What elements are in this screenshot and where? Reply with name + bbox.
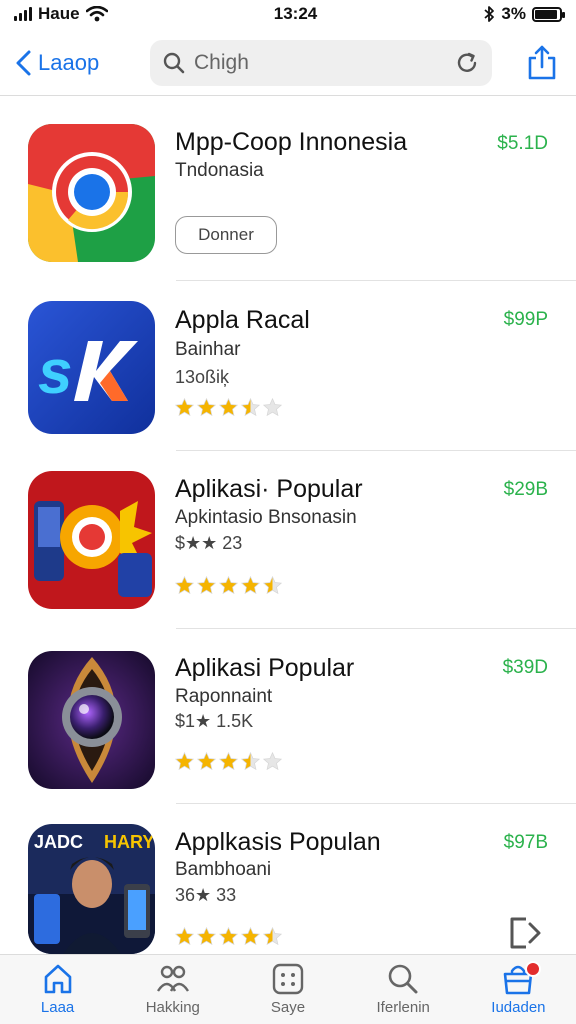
search-text: Chigh <box>194 50 249 74</box>
app-meta: 13oßiķ <box>175 367 230 387</box>
tab-label: Laaa <box>40 999 75 1016</box>
status-left: Haue <box>14 4 108 24</box>
sk-icon: s <box>28 301 155 434</box>
app-price: $29B <box>503 479 548 500</box>
share-icon <box>528 45 556 79</box>
star-icon <box>218 575 239 595</box>
star-icon <box>262 751 283 771</box>
share-button[interactable] <box>522 43 562 83</box>
open-arrow-icon[interactable] <box>506 915 550 951</box>
star-icon <box>218 751 239 771</box>
tab-label: Hakking <box>145 999 200 1016</box>
star-icon <box>240 926 261 946</box>
tab-label: Iudaden <box>491 999 546 1016</box>
get-button[interactable]: Donner <box>175 216 277 254</box>
search-icon <box>163 52 185 73</box>
star-icon <box>240 575 261 595</box>
star-rating <box>174 575 283 596</box>
tab-bag[interactable]: Iudaden <box>461 955 576 1024</box>
star-icon <box>218 397 239 417</box>
list-item[interactable]: JADC HARY Applkasis Populan Bambhoani 36… <box>0 804 576 954</box>
app-price: $97B <box>503 832 548 853</box>
star-icon <box>262 397 283 417</box>
wifi-icon <box>85 6 108 22</box>
carrier-name: Haue <box>38 4 80 23</box>
chrome-like-icon <box>28 124 155 262</box>
tab-bar: Laaa Hakking Saye Iferlenin Iudaden <box>0 954 576 1024</box>
svg-text:JADC: JADC <box>34 832 83 852</box>
chevron-left-icon <box>16 50 31 75</box>
app-title: Mpp-Coop Innonesia <box>175 128 408 156</box>
poster-icon: JADC HARY <box>28 824 155 954</box>
search-input[interactable]: Chigh <box>150 39 492 86</box>
star-icon <box>174 751 195 771</box>
app-title: Aplikasi Popular <box>175 654 355 682</box>
notification-badge <box>524 961 541 977</box>
star-icon <box>262 926 283 946</box>
star-icon <box>262 575 283 595</box>
star-rating <box>174 751 283 772</box>
app-title: Applkasis Populan <box>175 828 381 856</box>
app-price: $5.1D <box>497 133 548 154</box>
battery-percent: 3% <box>501 4 526 23</box>
app-subtitle: Bainhar <box>175 339 241 360</box>
app-meta: 36★ 33 <box>175 885 237 905</box>
battery-icon <box>531 6 565 22</box>
tab-grid[interactable]: Saye <box>230 955 345 1024</box>
tab-home[interactable]: Laaa <box>0 955 115 1024</box>
star-rating <box>174 926 283 947</box>
star-rating <box>174 397 283 418</box>
search-icon <box>388 964 418 994</box>
app-title: Aplikasi· Popular <box>175 475 363 503</box>
star-icon <box>218 926 239 946</box>
svg-text:HARY: HARY <box>104 832 154 852</box>
star-icon <box>196 751 217 771</box>
status-right: 3% <box>483 4 565 24</box>
tab-label: Saye <box>270 999 306 1016</box>
list-item[interactable]: Aplikasi Popular Raponnaint $1★ 1.5K $39… <box>0 629 576 804</box>
star-icon <box>240 751 261 771</box>
app-subtitle: Bambhoani <box>175 859 272 880</box>
app-price: $39D <box>502 657 548 678</box>
list-item[interactable]: Aplikasi· Popular Apkintasio Bnsonasin $… <box>0 451 576 629</box>
home-icon <box>44 964 71 994</box>
tab-label: Iferlenin <box>376 999 430 1016</box>
app-subtitle: Apkintasio Bnsonasin <box>175 507 357 528</box>
clock: 13:24 <box>273 4 318 23</box>
refresh-icon[interactable] <box>454 50 480 76</box>
list-item[interactable]: Mpp-Coop Innonesia Tndonasia $5.1D Donne… <box>0 98 576 281</box>
star-icon <box>196 397 217 417</box>
star-icon <box>174 575 195 595</box>
app-title: Appla Racal <box>175 306 310 334</box>
list-item[interactable]: s Appla Racal Bainhar 13oßiķ $99P <box>0 281 576 451</box>
star-icon <box>196 926 217 946</box>
tab-search[interactable]: Iferlenin <box>346 955 461 1024</box>
game-icon <box>28 471 155 609</box>
app-price: $99P <box>503 309 548 330</box>
tab-people[interactable]: Hakking <box>115 955 230 1024</box>
status-bar: Haue 13:24 3% <box>0 0 576 28</box>
camera-lens-icon <box>28 651 155 789</box>
star-icon <box>174 926 195 946</box>
people-icon <box>156 965 189 992</box>
back-label: Laaop <box>38 49 100 75</box>
bluetooth-icon <box>484 6 495 22</box>
app-meta: $★★ 23 <box>175 533 243 553</box>
star-icon <box>174 397 195 417</box>
nav-bar: Laaop Chigh <box>0 30 576 96</box>
back-button[interactable]: Laaop <box>14 49 144 77</box>
app-subtitle: Tndonasia <box>175 160 264 181</box>
star-icon <box>240 397 261 417</box>
svg-text:s: s <box>38 338 72 407</box>
star-icon <box>196 575 217 595</box>
app-meta: $1★ 1.5K <box>175 711 254 731</box>
app-subtitle: Raponnaint <box>175 686 273 707</box>
grid-icon <box>272 963 304 995</box>
signal-icon <box>14 7 32 21</box>
